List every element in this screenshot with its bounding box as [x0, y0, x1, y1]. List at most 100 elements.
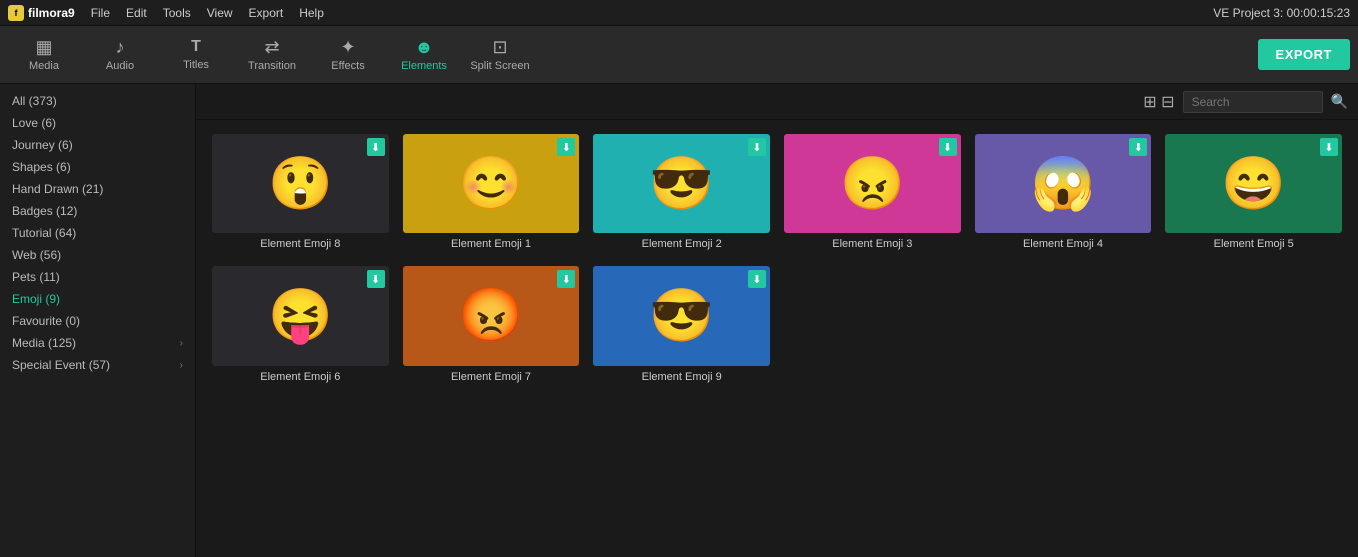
search-input[interactable] [1183, 91, 1323, 113]
download-badge-emoji6[interactable]: ⬇ [367, 270, 385, 288]
item-label-emoji4: Element Emoji 4 [975, 238, 1152, 250]
grid-item-emoji5[interactable]: 😄 ⬇ Element Emoji 5 [1165, 134, 1342, 250]
emoji-emoji6: 😝 [268, 290, 333, 342]
sidebar-item-badges[interactable]: Badges (12) [0, 200, 195, 222]
app-name: filmora9 [28, 6, 75, 20]
export-button[interactable]: EXPORT [1258, 39, 1350, 70]
sidebar-item-emoji[interactable]: Emoji (9) [0, 288, 195, 310]
grid-item-emoji4[interactable]: 😱 ⬇ Element Emoji 4 [975, 134, 1152, 250]
sidebar-item-love[interactable]: Love (6) [0, 112, 195, 134]
thumb-emoji5: 😄 ⬇ [1165, 134, 1342, 233]
toolbar-media[interactable]: ▦ Media [8, 29, 80, 81]
menu-bar: f filmora9 File Edit Tools View Export H… [0, 0, 1358, 26]
toolbar-titles[interactable]: T Titles [160, 29, 232, 81]
download-badge-emoji3[interactable]: ⬇ [939, 138, 957, 156]
download-badge-emoji1[interactable]: ⬇ [557, 138, 575, 156]
download-badge-emoji5[interactable]: ⬇ [1320, 138, 1338, 156]
toolbar-elements[interactable]: ☻ Elements [388, 29, 460, 81]
item-label-emoji2: Element Emoji 2 [593, 238, 770, 250]
item-label-emoji5: Element Emoji 5 [1165, 238, 1342, 250]
item-label-emoji7: Element Emoji 7 [403, 371, 580, 383]
menu-help[interactable]: Help [299, 6, 324, 20]
menu-edit[interactable]: Edit [126, 6, 147, 20]
thumb-emoji2: 😎 ⬇ [593, 134, 770, 233]
grid-item-emoji7[interactable]: 😡 ⬇ Element Emoji 7 [403, 266, 580, 382]
app-logo: f filmora9 [8, 5, 75, 21]
emoji-emoji8: 😲 [268, 158, 333, 210]
elements-label: Elements [401, 60, 447, 72]
grid-item-emoji3[interactable]: 😠 ⬇ Element Emoji 3 [784, 134, 961, 250]
toolbar-splitscreen[interactable]: ⊡ Split Screen [464, 29, 536, 81]
audio-label: Audio [106, 60, 134, 72]
thumb-emoji6: 😝 ⬇ [212, 266, 389, 365]
titles-label: Titles [183, 59, 209, 71]
titles-icon: T [191, 39, 201, 55]
elements-icon: ☻ [415, 38, 434, 56]
sidebar-item-media[interactable]: Media (125) › [0, 332, 195, 354]
grid-item-emoji8[interactable]: 😲 ⬇ Element Emoji 8 [212, 134, 389, 250]
splitscreen-label: Split Screen [470, 60, 529, 72]
sidebar: All (373) Love (6) Journey (6) Shapes (6… [0, 84, 196, 557]
chevron-right-icon: › [180, 338, 183, 349]
media-label: Media [29, 60, 59, 72]
grid-item-emoji2[interactable]: 😎 ⬇ Element Emoji 2 [593, 134, 770, 250]
main-area: All (373) Love (6) Journey (6) Shapes (6… [0, 84, 1358, 557]
sidebar-item-tutorial[interactable]: Tutorial (64) [0, 222, 195, 244]
splitscreen-icon: ⊡ [492, 38, 507, 56]
toolbar-effects[interactable]: ✦ Effects [312, 29, 384, 81]
grid-item-emoji9[interactable]: 😎 ⬇ Element Emoji 9 [593, 266, 770, 382]
effects-label: Effects [331, 60, 364, 72]
sidebar-item-journey[interactable]: Journey (6) [0, 134, 195, 156]
transition-label: Transition [248, 60, 296, 72]
project-timer: VE Project 3: 00:00:15:23 [1213, 6, 1350, 20]
grid-view-button[interactable]: ⊞ ⊟ [1143, 92, 1174, 112]
sidebar-item-shapes[interactable]: Shapes (6) [0, 156, 195, 178]
emoji-emoji9: 😎 [649, 290, 714, 342]
download-badge-emoji4[interactable]: ⬇ [1129, 138, 1147, 156]
grid-item-emoji6[interactable]: 😝 ⬇ Element Emoji 6 [212, 266, 389, 382]
item-label-emoji3: Element Emoji 3 [784, 238, 961, 250]
emoji-emoji1: 😊 [459, 158, 524, 210]
item-label-emoji9: Element Emoji 9 [593, 371, 770, 383]
media-icon: ▦ [35, 38, 52, 56]
download-badge-emoji8[interactable]: ⬇ [367, 138, 385, 156]
download-badge-emoji9[interactable]: ⬇ [748, 270, 766, 288]
sidebar-item-web[interactable]: Web (56) [0, 244, 195, 266]
sidebar-item-pets[interactable]: Pets (11) [0, 266, 195, 288]
toolbar: ▦ Media ♪ Audio T Titles ⇄ Transition ✦ … [0, 26, 1358, 84]
toolbar-audio[interactable]: ♪ Audio [84, 29, 156, 81]
thumb-emoji1: 😊 ⬇ [403, 134, 580, 233]
thumb-emoji7: 😡 ⬇ [403, 266, 580, 365]
menu-tools[interactable]: Tools [163, 6, 191, 20]
thumb-emoji8: 😲 ⬇ [212, 134, 389, 233]
thumb-emoji4: 😱 ⬇ [975, 134, 1152, 233]
sidebar-item-specialevent[interactable]: Special Event (57) › [0, 354, 195, 376]
emoji-emoji5: 😄 [1221, 158, 1286, 210]
search-button[interactable]: 🔍 [1331, 93, 1348, 110]
sidebar-item-favourite[interactable]: Favourite (0) [0, 310, 195, 332]
menu-file[interactable]: File [91, 6, 110, 20]
toolbar-transition[interactable]: ⇄ Transition [236, 29, 308, 81]
logo-icon: f [8, 5, 24, 21]
search-bar: ⊞ ⊟ 🔍 [196, 84, 1358, 120]
sidebar-item-handdrawn[interactable]: Hand Drawn (21) [0, 178, 195, 200]
menu-export[interactable]: Export [249, 6, 284, 20]
sidebar-item-all[interactable]: All (373) [0, 90, 195, 112]
grid-item-emoji1[interactable]: 😊 ⬇ Element Emoji 1 [403, 134, 580, 250]
elements-grid: 😲 ⬇ Element Emoji 8 😊 ⬇ Element Emoji 1 … [212, 134, 1342, 383]
menu-view[interactable]: View [207, 6, 233, 20]
emoji-emoji4: 😱 [1031, 158, 1096, 210]
download-badge-emoji2[interactable]: ⬇ [748, 138, 766, 156]
grid-area: 😲 ⬇ Element Emoji 8 😊 ⬇ Element Emoji 1 … [196, 120, 1358, 557]
audio-icon: ♪ [116, 38, 125, 56]
emoji-emoji7: 😡 [459, 290, 524, 342]
download-badge-emoji7[interactable]: ⬇ [557, 270, 575, 288]
item-label-emoji6: Element Emoji 6 [212, 371, 389, 383]
transition-icon: ⇄ [264, 38, 279, 56]
thumb-emoji3: 😠 ⬇ [784, 134, 961, 233]
item-label-emoji8: Element Emoji 8 [212, 238, 389, 250]
effects-icon: ✦ [340, 38, 355, 56]
item-label-emoji1: Element Emoji 1 [403, 238, 580, 250]
chevron-right-icon: › [180, 360, 183, 371]
emoji-emoji3: 😠 [840, 158, 905, 210]
